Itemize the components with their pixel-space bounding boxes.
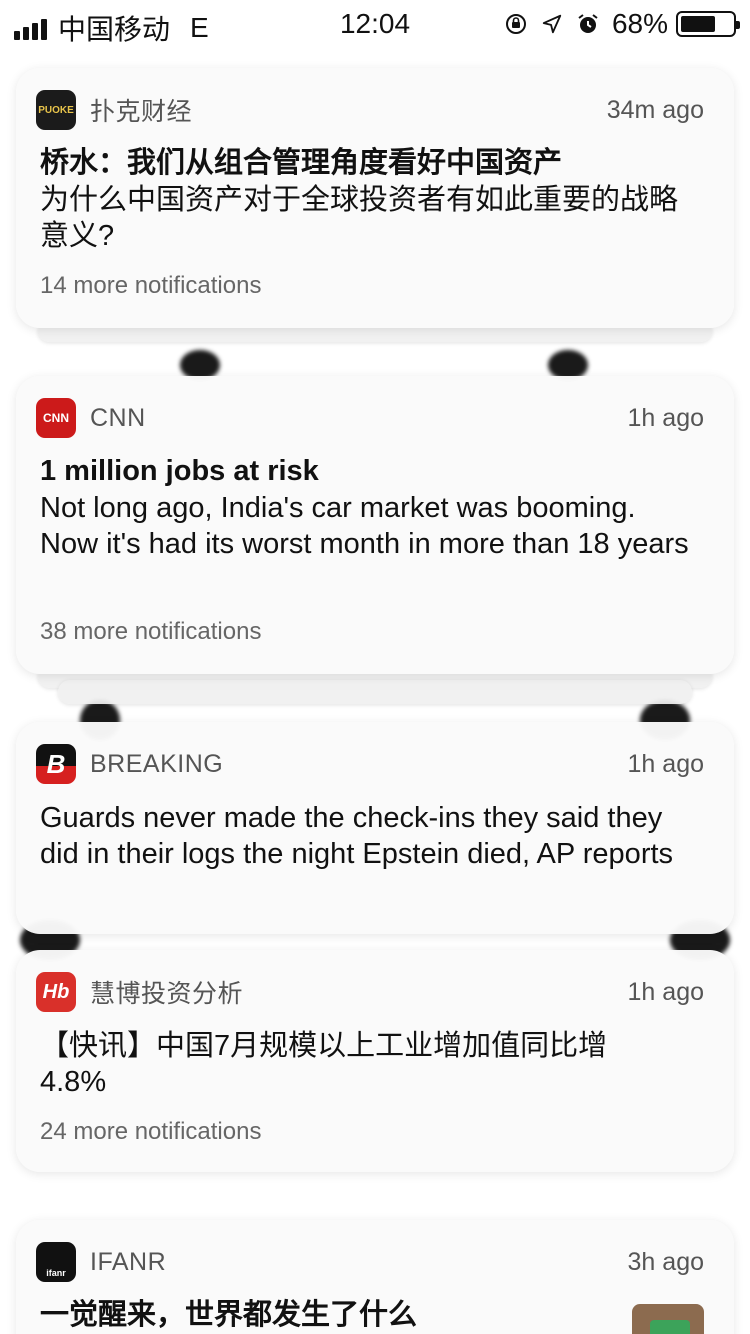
location-arrow-icon [540, 12, 564, 36]
cnn-app-icon: CNN [36, 398, 76, 438]
puoke-app-icon: PUOKE [36, 90, 76, 130]
battery-icon [676, 11, 740, 37]
breaking-app-icon: B [36, 744, 76, 784]
huibo-app-icon: Hb [36, 972, 76, 1012]
notification-stack-edge [58, 680, 692, 704]
battery-percent: 68% [611, 8, 668, 39]
notification-thumbnail [632, 1304, 704, 1334]
notification-text: Not long ago, India's car market was boo… [40, 492, 689, 560]
app-name: IFANR [90, 1247, 167, 1276]
status-bar: 中国移动 E 12:04 68% [0, 0, 750, 48]
alarm-icon [576, 12, 600, 36]
more-notifications: 24 more notifications [40, 1118, 262, 1145]
notification-card[interactable]: CNN CNN 1h ago 1 million jobs at risk No… [16, 376, 734, 674]
notification-text: 【快讯】中国7月规模以上工业增加值同比增4.8% [40, 1030, 608, 1098]
rotation-lock-icon [504, 12, 528, 36]
more-notifications: 14 more notifications [40, 272, 262, 299]
notification-card[interactable]: Hb 慧博投资分析 1h ago 【快讯】中国7月规模以上工业增加值同比增4.8… [16, 950, 734, 1172]
notification-text: Guards never made the check-ins they sai… [40, 802, 674, 870]
notification-title: 桥水：我们从组合管理角度看好中国资产 [40, 147, 563, 179]
timestamp: 1h ago [627, 977, 704, 1006]
app-name: BREAKING [90, 749, 224, 778]
notification-text: 为什么中国资产对于全球投资者有如此重要的战略意义? [40, 184, 679, 252]
timestamp: 1h ago [627, 403, 704, 432]
notification-title: 1 million jobs at risk [40, 455, 319, 487]
notification-card[interactable]: PUOKE 扑克财经 34m ago 桥水：我们从组合管理角度看好中国资产 为什… [16, 68, 734, 328]
notification-card[interactable]: B BREAKING 1h ago Guards never made the … [16, 722, 734, 934]
app-name: 慧博投资分析 [90, 980, 244, 1008]
ifanr-app-icon: ifanr [36, 1242, 76, 1282]
timestamp: 1h ago [627, 749, 704, 778]
timestamp: 3h ago [627, 1247, 704, 1276]
notification-card[interactable]: ifanr IFANR 3h ago 一觉醒来，世界都发生了什么 [16, 1220, 734, 1334]
timestamp: 34m ago [606, 95, 704, 124]
battery-level-fill [681, 16, 715, 32]
notification-title: 一觉醒来，世界都发生了什么 [40, 1299, 418, 1331]
app-name: 扑克财经 [90, 98, 193, 126]
more-notifications: 38 more notifications [40, 618, 262, 645]
app-name: CNN [90, 403, 146, 432]
